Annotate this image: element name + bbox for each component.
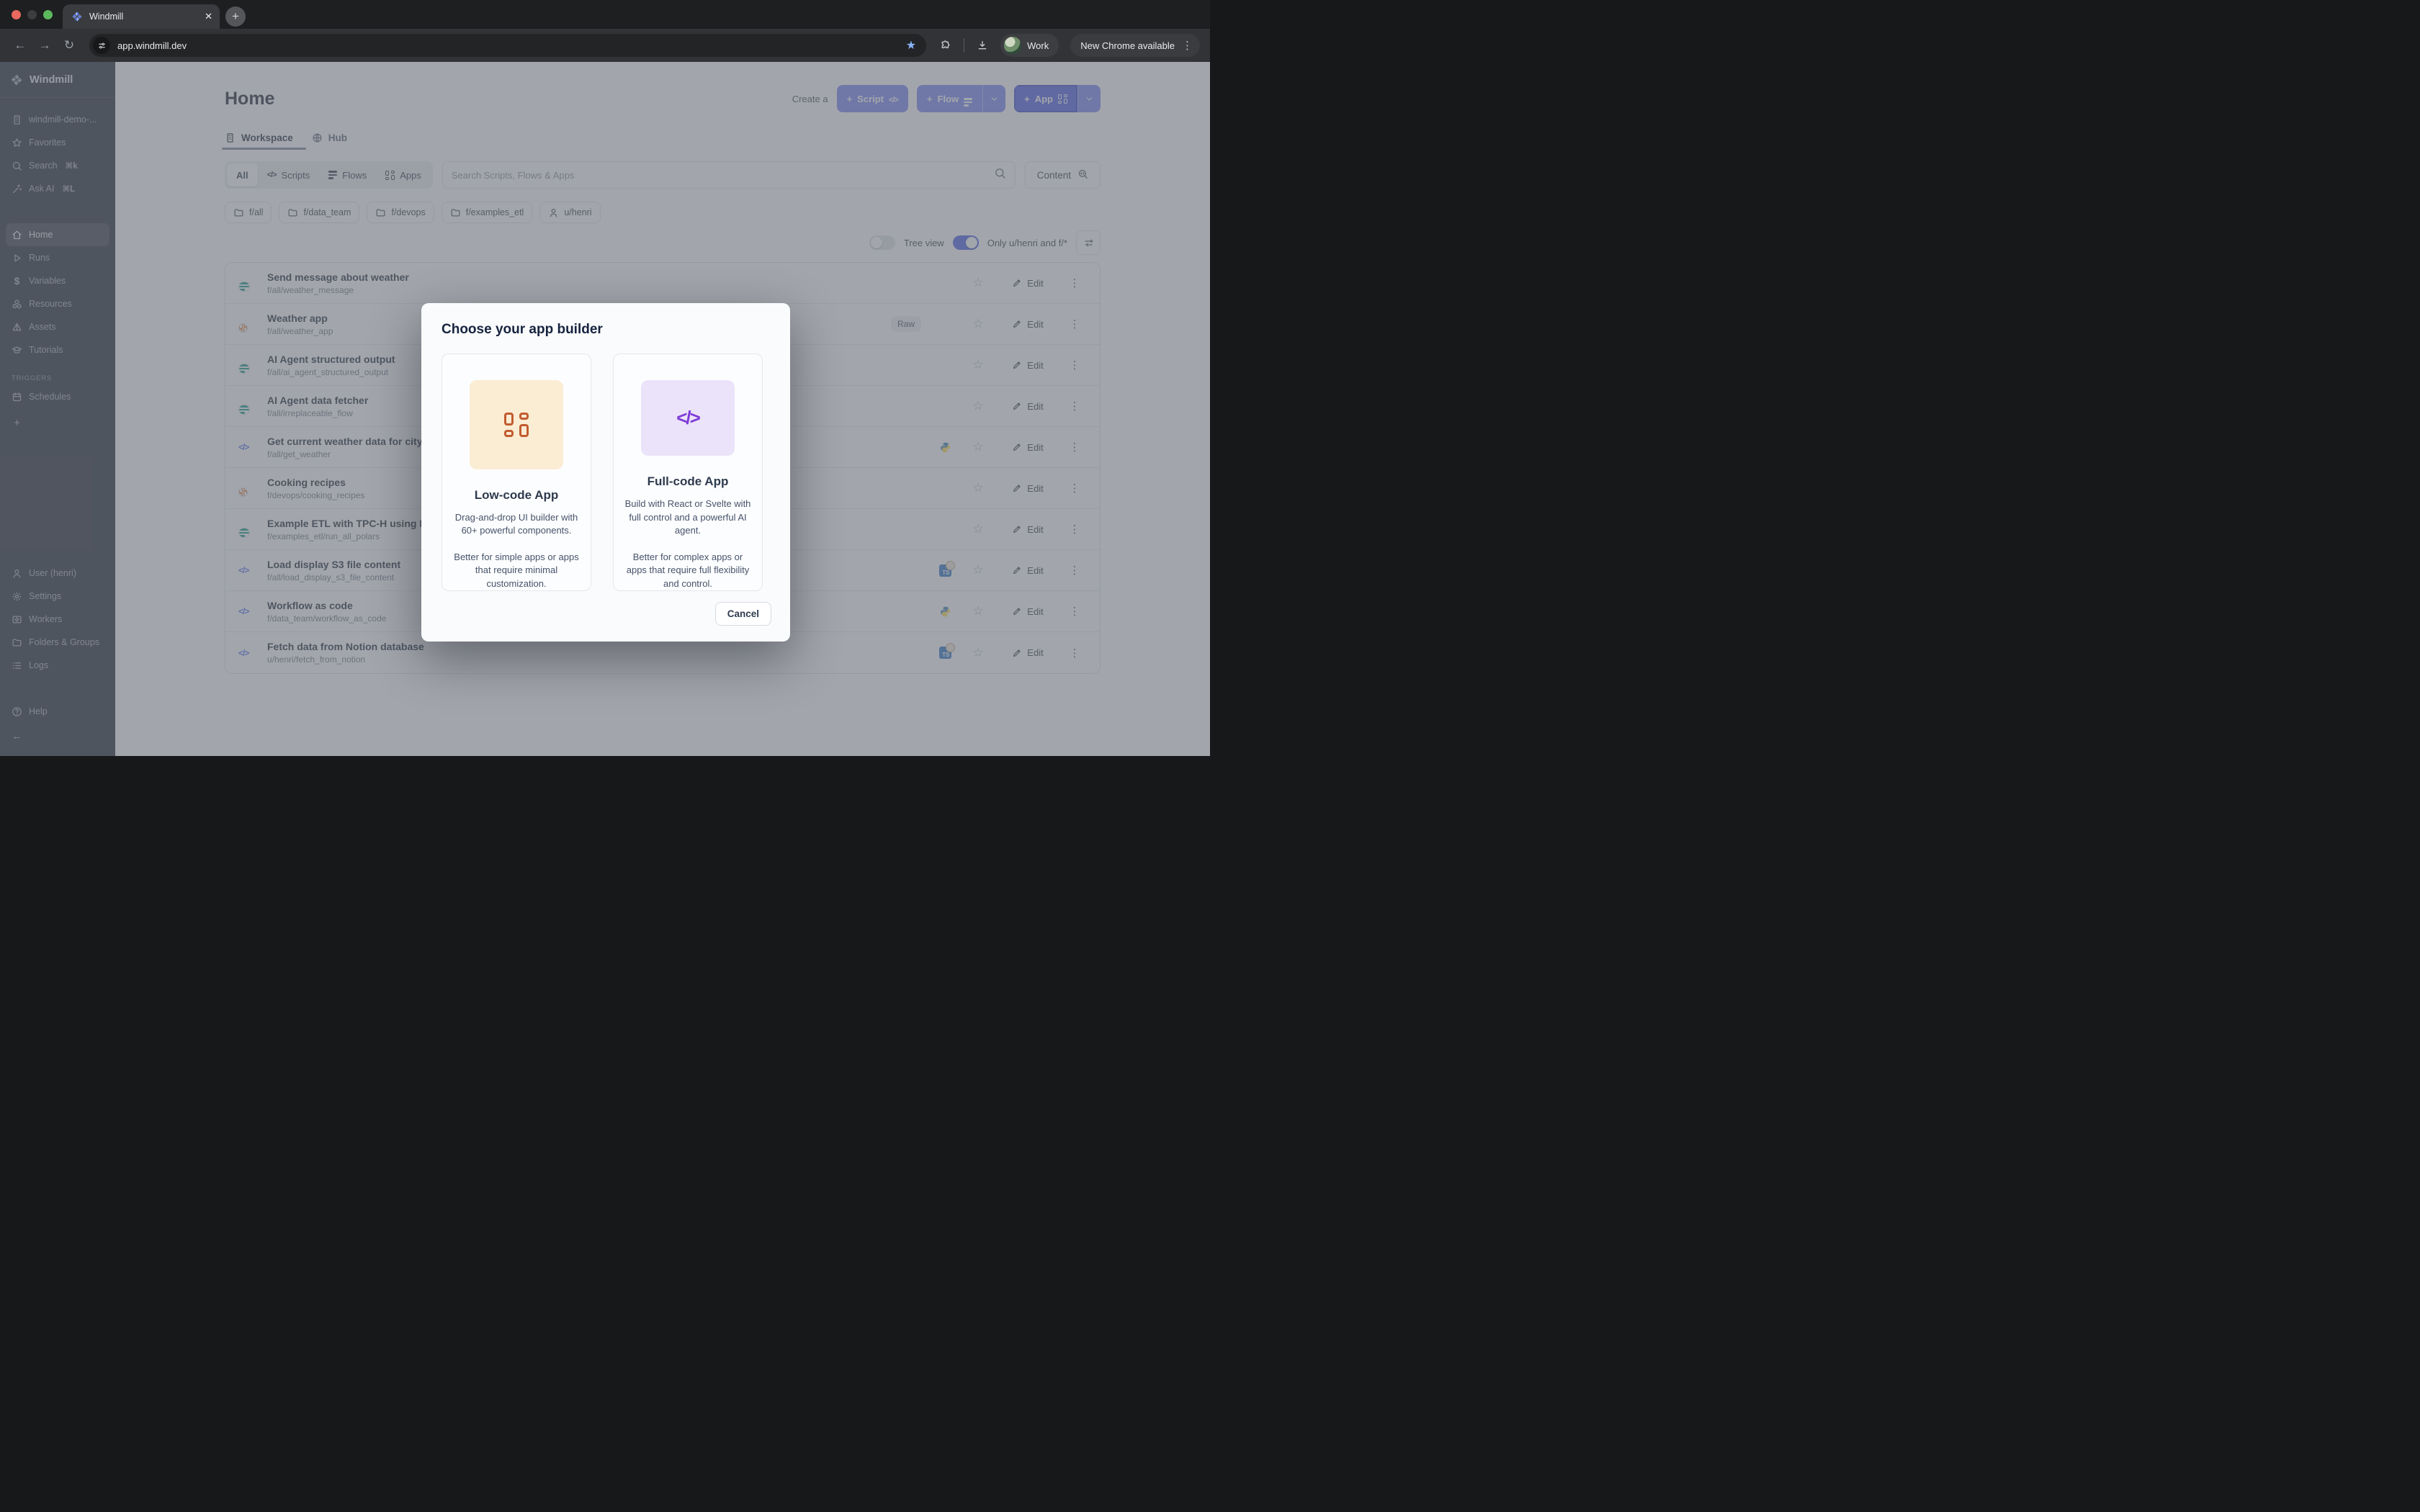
tab-close-icon[interactable]: ✕ (205, 11, 212, 22)
card-heading: Low-code App (475, 488, 558, 503)
avatar (1004, 37, 1021, 54)
app-builder-modal: Choose your app builder Low-code App Dra… (421, 303, 790, 642)
extensions-icon[interactable] (936, 40, 955, 51)
screen: Windmill ✕ + ← → ↻ app.windmill.dev ★ Wo… (0, 0, 1210, 756)
browser-tabstrip: Windmill ✕ + (0, 0, 1210, 29)
chrome-menu-icon[interactable]: ⋮ (1182, 39, 1193, 52)
card-heading: Full-code App (647, 474, 729, 489)
profile-label: Work (1027, 40, 1049, 51)
chrome-update-button[interactable]: New Chrome available ⋮ (1070, 34, 1200, 57)
downloads-icon[interactable] (973, 40, 992, 51)
bookmark-star-icon[interactable]: ★ (906, 38, 916, 53)
app-grid-icon (504, 413, 529, 437)
code-icon: </> (676, 407, 699, 429)
card-body-2: Better for simple apps or apps that requ… (452, 551, 581, 590)
url-text: app.windmill.dev (117, 40, 899, 51)
back-icon[interactable]: ← (10, 35, 30, 55)
zoom-window-button[interactable] (43, 10, 53, 19)
card-body-1: Drag-and-drop UI builder with 60+ powerf… (452, 511, 581, 538)
page-viewport: Windmill windmill-demo-... Favorites Sea… (0, 62, 1210, 756)
reload-icon[interactable]: ↻ (59, 35, 79, 55)
chrome-update-label: New Chrome available (1080, 40, 1175, 51)
forward-icon[interactable]: → (35, 35, 55, 55)
cancel-button[interactable]: Cancel (715, 602, 771, 626)
builder-cards: Low-code App Drag-and-drop UI builder wi… (442, 354, 770, 591)
address-bar[interactable]: app.windmill.dev ★ (89, 34, 926, 57)
new-tab-button[interactable]: + (225, 6, 246, 27)
modal-title: Choose your app builder (442, 322, 770, 338)
full-code-app-card[interactable]: </> Full-code App Build with React or Sv… (613, 354, 763, 591)
full-code-app-tile: </> (641, 380, 735, 456)
browser-tab[interactable]: Windmill ✕ (63, 4, 220, 29)
profile-button[interactable]: Work (1000, 34, 1059, 57)
tab-title: Windmill (89, 12, 198, 22)
window-controls[interactable] (0, 0, 63, 29)
minimize-window-button[interactable] (27, 10, 37, 19)
card-body-1: Build with React or Svelte with full con… (624, 498, 752, 537)
site-settings-icon[interactable] (93, 37, 110, 54)
windmill-favicon (71, 11, 83, 22)
close-window-button[interactable] (12, 10, 21, 19)
card-body-2: Better for complex apps or apps that req… (624, 551, 752, 590)
low-code-app-card[interactable]: Low-code App Drag-and-drop UI builder wi… (442, 354, 591, 591)
low-code-app-tile (470, 380, 563, 469)
browser-toolbar: ← → ↻ app.windmill.dev ★ Work New Chrome… (0, 29, 1210, 62)
